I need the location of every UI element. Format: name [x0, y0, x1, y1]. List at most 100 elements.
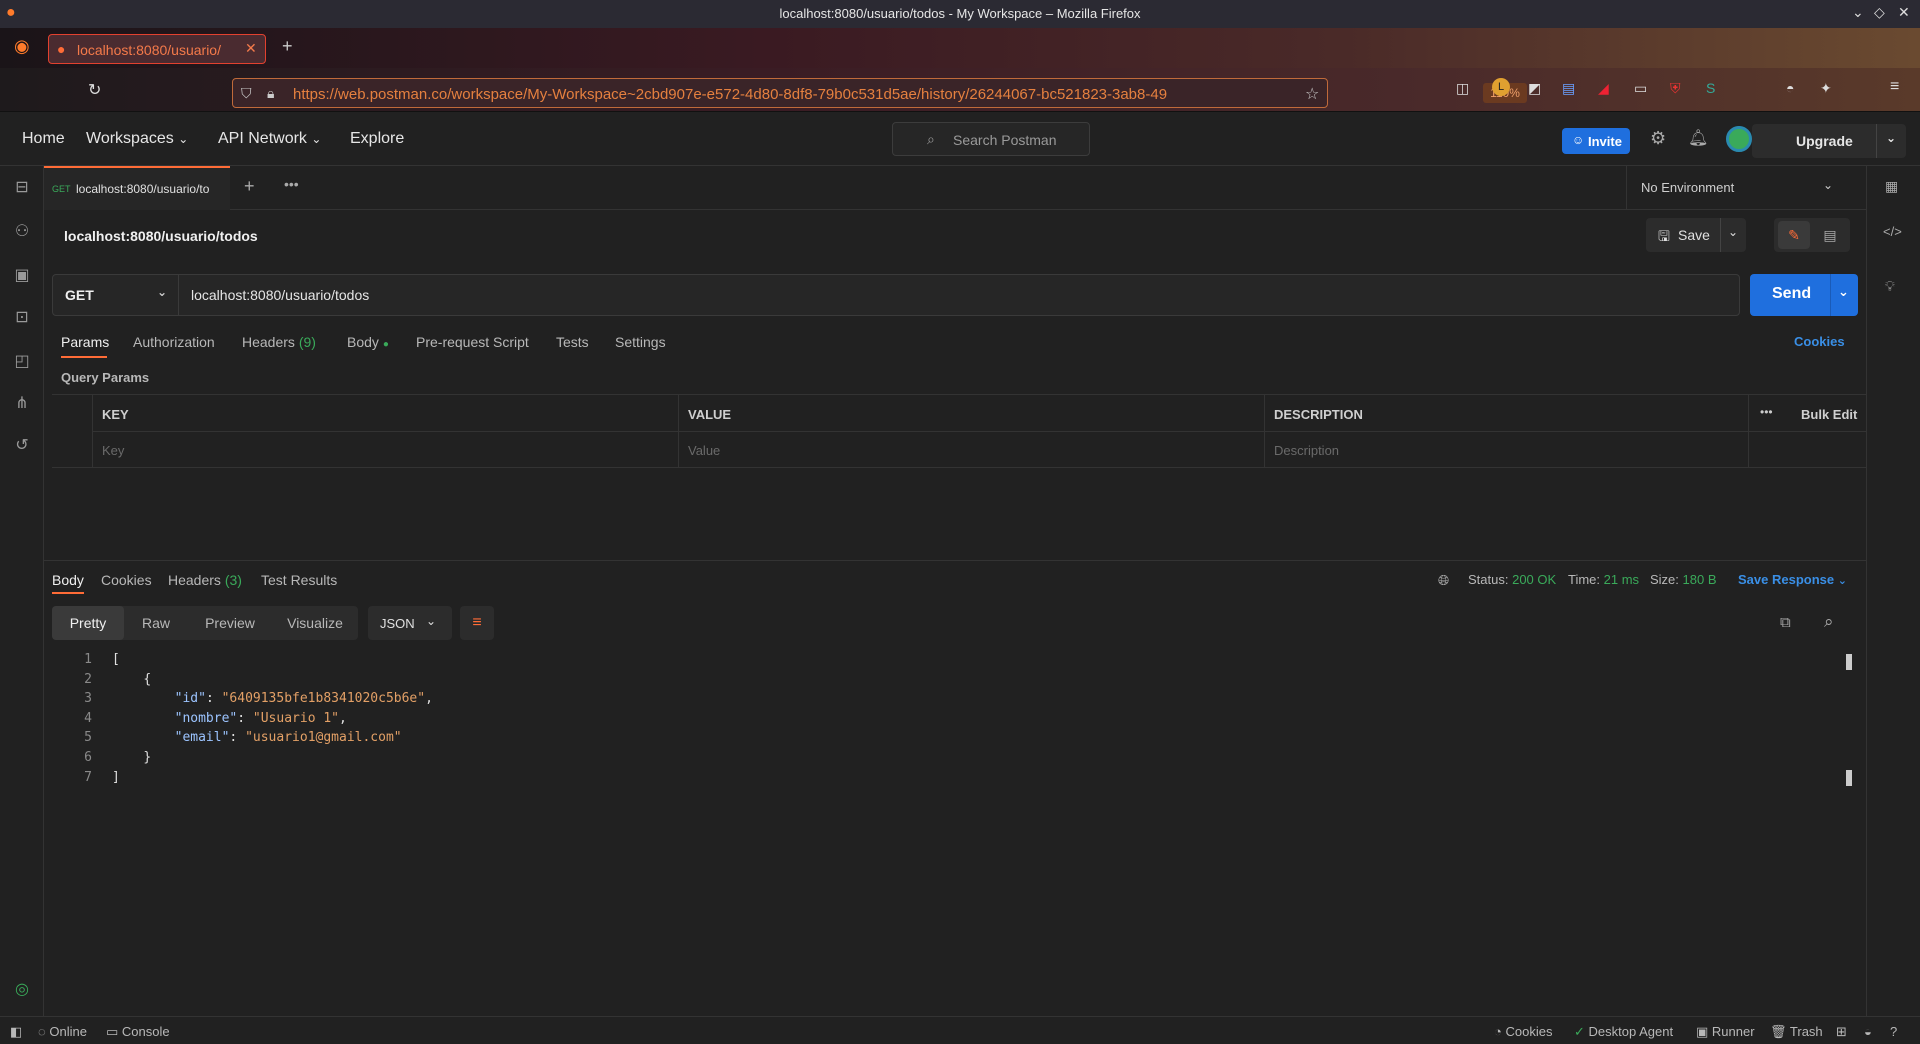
format-select[interactable]: JSON ⌄ — [368, 606, 452, 640]
two-pane-icon[interactable]: ⊞ — [1836, 1024, 1847, 1040]
close-tab-icon[interactable]: ✕ — [245, 40, 257, 57]
tab-authorization[interactable]: Authorization — [133, 334, 215, 350]
minimize-icon[interactable]: ⌄ — [1852, 4, 1864, 21]
more-options-icon[interactable]: ••• — [1760, 405, 1773, 419]
settings-gear-icon[interactable]: ⚙ — [1650, 128, 1666, 149]
search-response-icon[interactable]: ⌕ — [1824, 612, 1834, 632]
environment-select[interactable]: No Environment ⌄ — [1626, 166, 1846, 210]
toggle-sidebar-icon[interactable]: ◧ — [10, 1024, 22, 1040]
flows-icon[interactable]: ⋔ — [12, 394, 32, 414]
save-button[interactable]: 🖫︎ Save ⌄ — [1646, 218, 1746, 252]
history-icon[interactable]: ↺ — [12, 436, 32, 456]
nav-explore[interactable]: Explore — [350, 130, 404, 148]
monitors-icon[interactable]: ◰ — [12, 352, 32, 372]
tab-pre-request-script[interactable]: Pre-request Script — [416, 334, 529, 350]
description-input[interactable]: Description — [1274, 443, 1339, 458]
response-body-viewer[interactable]: 1 [2 {3 "id": "6409135bfe1b8341020c5b6e",… — [52, 652, 1832, 1012]
code-snippet-icon[interactable]: </> — [1883, 224, 1902, 239]
view-pretty[interactable]: Pretty — [52, 606, 124, 640]
tab-params[interactable]: Params — [61, 334, 109, 350]
response-time[interactable]: Time: 21 ms — [1568, 572, 1639, 587]
help-icon[interactable]: ? — [1890, 1024, 1897, 1039]
address-bar-url[interactable]: https://web.postman.co/workspace/My-Work… — [293, 86, 1243, 103]
maximize-icon[interactable]: ◇ — [1874, 4, 1885, 21]
request-title[interactable]: localhost:8080/usuario/todos — [64, 228, 258, 244]
runner-bootcamp-icon[interactable]: ◎ — [12, 980, 32, 1000]
response-tab-body[interactable]: Body — [52, 572, 84, 588]
hamburger-menu-icon[interactable]: ≡ — [1890, 78, 1899, 96]
value-input[interactable]: Value — [688, 443, 720, 458]
bookmark-star-icon[interactable]: ☆ — [1305, 84, 1319, 104]
response-status[interactable]: Status: 200 OK — [1468, 572, 1556, 587]
learning-center-icon[interactable]: ◒ — [1864, 1024, 1872, 1039]
avatar[interactable] — [1726, 126, 1752, 152]
send-button[interactable]: Send ⌄ — [1750, 274, 1858, 316]
shield-icon[interactable]: ⛉ — [241, 85, 252, 102]
search-input[interactable]: ⌕ Search Postman — [892, 122, 1090, 156]
copy-icon[interactable]: ⧉ — [1780, 614, 1791, 631]
view-raw[interactable]: Raw — [124, 606, 188, 640]
pane-splitter[interactable] — [44, 560, 1866, 561]
response-tab-cookies[interactable]: Cookies — [101, 572, 152, 588]
firefox-menu-icon[interactable]: ◉ — [14, 36, 30, 57]
pdf-extension-icon[interactable]: ◢ — [1598, 80, 1609, 97]
request-tab[interactable]: GET localhost:8080/usuario/to — [44, 166, 230, 210]
scrollbar-marker[interactable] — [1846, 654, 1852, 670]
more-tabs-icon[interactable]: ••• — [284, 176, 299, 192]
nav-home[interactable]: Home — [22, 130, 65, 148]
translate-extension-icon[interactable]: ▤ — [1562, 80, 1575, 97]
terminal-extension-icon[interactable]: ▭ — [1634, 80, 1647, 97]
context-bar-lightbulb-icon[interactable]: 💡︎ — [1885, 278, 1895, 295]
trash-button[interactable]: 🗑︎ Trash — [1770, 1024, 1823, 1040]
lock-icon[interactable]: 🔒︎ — [267, 85, 274, 102]
reload-icon[interactable]: ↻ — [88, 80, 101, 100]
close-window-icon[interactable]: ✕ — [1898, 4, 1910, 21]
mask-extension-icon[interactable]: ◓ — [1786, 80, 1794, 96]
collections-icon[interactable]: ⊟ — [12, 178, 32, 198]
tab-body[interactable]: Body ● — [347, 334, 389, 350]
address-bar[interactable]: ⛉ 🔒︎ https://web.postman.co/workspace/My… — [232, 78, 1527, 108]
nav-api-network[interactable]: API Network ⌄ — [218, 130, 321, 148]
mock-servers-icon[interactable]: ⊡ — [12, 308, 32, 328]
upgrade-button[interactable]: Upgrade ⌄ — [1752, 124, 1906, 158]
tab-tests[interactable]: Tests — [556, 334, 589, 350]
notifications-bell-icon[interactable]: 🔔︎ — [1688, 128, 1708, 148]
runner-button[interactable]: ▣ Runner — [1696, 1024, 1755, 1040]
pocket-icon[interactable]: ◫ — [1456, 80, 1469, 97]
ublock-extension-icon[interactable]: ⛨ — [1670, 80, 1681, 97]
environments-icon[interactable]: ▣ — [12, 266, 32, 286]
new-request-tab-icon[interactable]: + — [244, 176, 255, 197]
response-tab-headers[interactable]: Headers (3) — [168, 572, 242, 588]
response-tab-test-results[interactable]: Test Results — [261, 572, 337, 588]
wrap-lines-icon[interactable]: ≡ — [460, 606, 494, 640]
globe-icon[interactable]: 🌐︎ — [1438, 572, 1449, 589]
console-button[interactable]: ▭ Console — [106, 1024, 170, 1040]
view-visualize[interactable]: Visualize — [272, 606, 358, 640]
cookies-link[interactable]: Cookies — [1794, 334, 1845, 349]
extension-icon[interactable]: ◩ — [1528, 80, 1541, 97]
response-size[interactable]: Size: 180 B — [1650, 572, 1717, 587]
desktop-agent-button[interactable]: ✓ Desktop Agent — [1574, 1024, 1673, 1040]
bulk-edit-button[interactable]: Bulk Edit — [1801, 407, 1857, 422]
browser-tab[interactable]: ● localhost:8080/usuario/ ✕ — [48, 34, 266, 64]
new-tab-icon[interactable]: + — [282, 36, 293, 57]
tab-headers[interactable]: Headers (9) — [242, 334, 316, 350]
chevron-down-icon[interactable]: ⌄ — [1728, 225, 1738, 239]
edit-pencil-icon[interactable]: ✎ — [1778, 221, 1810, 249]
method-select[interactable]: GET ⌄ — [53, 275, 179, 315]
key-input[interactable]: Key — [102, 443, 124, 458]
comments-icon[interactable]: ▤ — [1814, 221, 1846, 249]
chevron-down-icon[interactable]: ⌄ — [1886, 131, 1896, 145]
save-response-button[interactable]: Save Response ⌄ — [1738, 572, 1847, 587]
apis-icon[interactable]: ⚇ — [12, 222, 32, 242]
extension-l-icon[interactable]: L — [1492, 78, 1510, 96]
request-url-input[interactable]: localhost:8080/usuario/todos — [191, 287, 369, 303]
s-extension-icon[interactable]: S — [1706, 80, 1715, 96]
extensions-puzzle-icon[interactable]: ✦ — [1820, 80, 1832, 97]
invite-button[interactable]: ☺ Invite — [1562, 128, 1630, 154]
online-status[interactable]: ◌ Online — [38, 1024, 87, 1039]
cookies-button[interactable]: ◔ Cookies — [1494, 1024, 1552, 1039]
view-preview[interactable]: Preview — [188, 606, 272, 640]
nav-workspaces[interactable]: Workspaces ⌄ — [86, 130, 188, 148]
chevron-down-icon[interactable]: ⌄ — [1838, 284, 1849, 300]
